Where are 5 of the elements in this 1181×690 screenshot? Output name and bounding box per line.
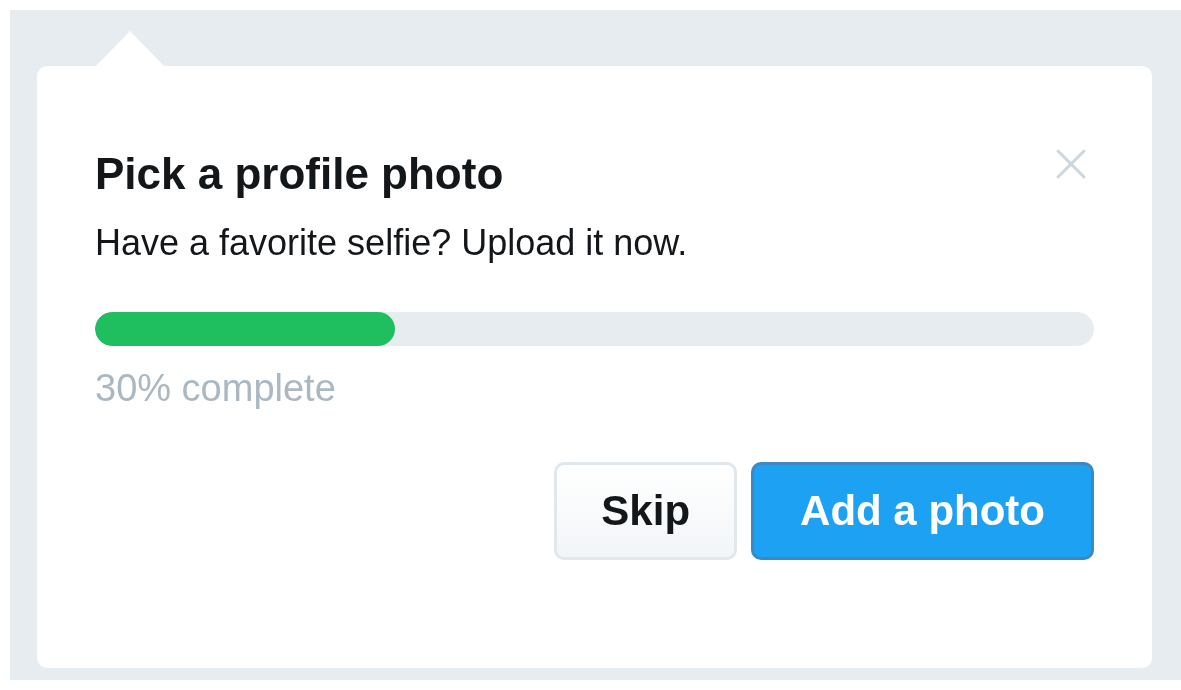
skip-button[interactable]: Skip xyxy=(554,461,738,560)
card-title: Pick a profile photo xyxy=(95,148,504,200)
card-message: Have a favorite selfie? Upload it now. xyxy=(95,220,689,264)
progress-label: 30% complete xyxy=(95,366,337,411)
close-icon[interactable] xyxy=(1055,148,1087,180)
